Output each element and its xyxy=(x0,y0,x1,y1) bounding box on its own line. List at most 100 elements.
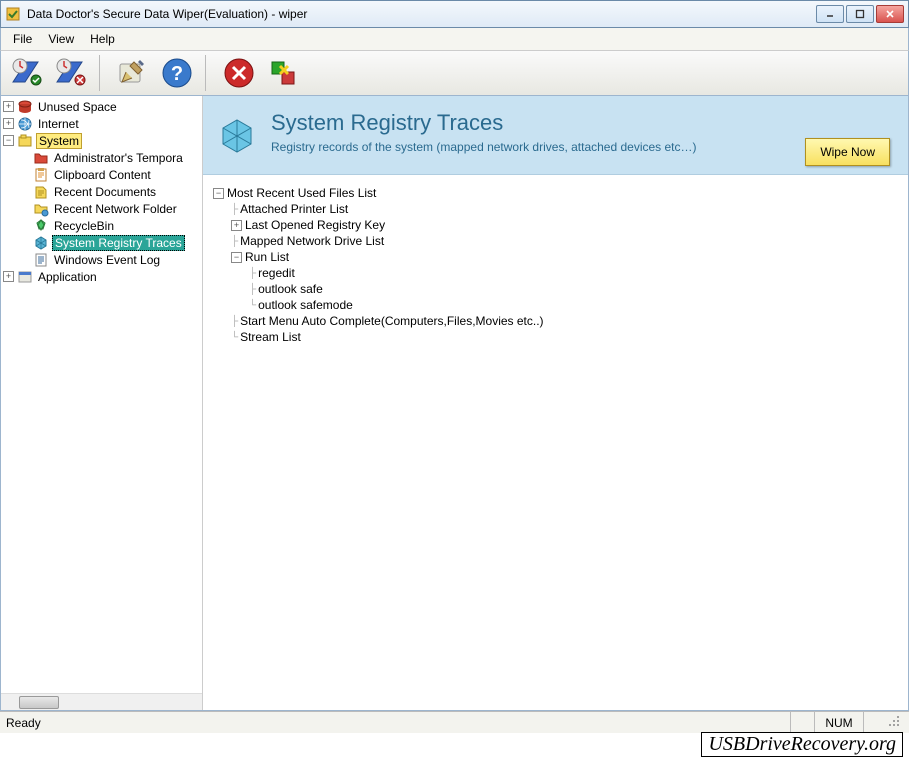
toolbar-action-button[interactable] xyxy=(263,53,303,93)
detail-label: regedit xyxy=(258,266,295,280)
detail-node-regedit[interactable]: ├ regedit xyxy=(213,265,908,281)
detail-label: Stream List xyxy=(240,330,301,344)
status-cell-blank xyxy=(863,712,887,733)
detail-tree[interactable]: − Most Recent Used Files List ├ Attached… xyxy=(203,175,908,710)
tree-connector: ├ xyxy=(231,236,238,247)
expand-icon[interactable]: + xyxy=(3,271,14,282)
collapse-icon[interactable]: − xyxy=(3,135,14,146)
svg-text:?: ? xyxy=(171,63,183,85)
detail-label: Attached Printer List xyxy=(240,202,348,216)
tree-node-internet[interactable]: + Internet xyxy=(3,115,202,132)
menu-file[interactable]: File xyxy=(5,30,40,48)
tree-node-registry-traces[interactable]: System Registry Traces xyxy=(3,234,202,251)
detail-label: Most Recent Used Files List xyxy=(227,186,376,200)
menu-view[interactable]: View xyxy=(40,30,82,48)
tree-node-application[interactable]: + Application xyxy=(3,268,202,285)
title-bar: Data Doctor's Secure Data Wiper(Evaluati… xyxy=(0,0,909,28)
tree-label: System xyxy=(36,133,82,149)
toolbar: ? xyxy=(0,50,909,96)
tree-label: Administrator's Tempora xyxy=(52,151,185,165)
system-icon xyxy=(17,133,33,149)
window-controls xyxy=(816,5,904,23)
main-body: + Unused Space + Internet − System Admin… xyxy=(0,96,909,711)
tree-label: Application xyxy=(36,270,99,284)
status-text: Ready xyxy=(6,716,790,730)
tree-node-recyclebin[interactable]: RecycleBin xyxy=(3,217,202,234)
tree-node-clipboard[interactable]: Clipboard Content xyxy=(3,166,202,183)
tree-label: Clipboard Content xyxy=(52,168,153,182)
tree-label: System Registry Traces xyxy=(52,235,185,251)
toolbar-wipe-cancel-button[interactable] xyxy=(51,53,91,93)
close-button[interactable] xyxy=(876,5,904,23)
sidebar-h-scrollbar[interactable] xyxy=(1,693,202,710)
app-icon xyxy=(5,6,21,22)
globe-icon xyxy=(17,116,33,132)
tree-node-system[interactable]: − System xyxy=(3,132,202,149)
tree-connector: ├ xyxy=(231,316,238,327)
toolbar-separator xyxy=(99,55,105,91)
collapse-icon[interactable]: − xyxy=(213,188,224,199)
page-subtitle: Registry records of the system (mapped n… xyxy=(271,140,697,154)
toolbar-settings-button[interactable] xyxy=(113,53,153,93)
tree-label: Internet xyxy=(36,117,81,131)
menu-bar: File View Help xyxy=(0,28,909,50)
tree-node-recent-network[interactable]: Recent Network Folder xyxy=(3,200,202,217)
detail-label: outlook safe xyxy=(258,282,323,296)
toolbar-separator xyxy=(205,55,211,91)
wipe-now-button[interactable]: Wipe Now xyxy=(805,138,890,166)
expand-icon[interactable]: + xyxy=(231,220,242,231)
detail-label: outlook safemode xyxy=(258,298,353,312)
menu-help[interactable]: Help xyxy=(82,30,123,48)
event-log-icon xyxy=(33,252,49,268)
expand-icon[interactable]: + xyxy=(3,118,14,129)
nav-tree[interactable]: + Unused Space + Internet − System Admin… xyxy=(1,96,202,693)
status-cell-blank xyxy=(790,712,814,733)
detail-label: Run List xyxy=(245,250,289,264)
tree-node-unused-space[interactable]: + Unused Space xyxy=(3,98,202,115)
tree-label: RecycleBin xyxy=(52,219,116,233)
disk-icon xyxy=(17,99,33,115)
page-title: System Registry Traces xyxy=(271,110,697,136)
tree-label: Recent Documents xyxy=(52,185,158,199)
detail-label: Start Menu Auto Complete(Computers,Files… xyxy=(240,314,543,328)
detail-node-last-registry[interactable]: + Last Opened Registry Key xyxy=(213,217,908,233)
main-panel: System Registry Traces Registry records … xyxy=(203,96,908,710)
window-title: Data Doctor's Secure Data Wiper(Evaluati… xyxy=(27,7,816,21)
tree-connector: ├ xyxy=(249,284,256,295)
watermark: USBDriveRecovery.org xyxy=(701,732,903,757)
detail-node-start-menu[interactable]: ├ Start Menu Auto Complete(Computers,Fil… xyxy=(213,313,908,329)
registry-icon xyxy=(33,235,49,251)
tree-node-admin-temp[interactable]: Administrator's Tempora xyxy=(3,149,202,166)
toolbar-wipe-schedule-button[interactable] xyxy=(7,53,47,93)
collapse-icon[interactable]: − xyxy=(231,252,242,263)
tree-node-recent-docs[interactable]: Recent Documents xyxy=(3,183,202,200)
documents-icon xyxy=(33,184,49,200)
detail-node-stream[interactable]: └ Stream List xyxy=(213,329,908,345)
clipboard-icon xyxy=(33,167,49,183)
detail-label: Last Opened Registry Key xyxy=(245,218,385,232)
toolbar-stop-button[interactable] xyxy=(219,53,259,93)
status-numlock: NUM xyxy=(814,712,862,733)
toolbar-help-button[interactable]: ? xyxy=(157,53,197,93)
network-folder-icon xyxy=(33,201,49,217)
expand-icon[interactable]: + xyxy=(3,101,14,112)
status-bar: Ready NUM xyxy=(0,711,909,733)
folder-icon xyxy=(33,150,49,166)
registry-cube-icon xyxy=(217,116,257,156)
maximize-button[interactable] xyxy=(846,5,874,23)
tree-connector: ├ xyxy=(231,204,238,215)
detail-node-mapped-drive[interactable]: ├ Mapped Network Drive List xyxy=(213,233,908,249)
detail-node-outlook-safe[interactable]: ├ outlook safe xyxy=(213,281,908,297)
content-header: System Registry Traces Registry records … xyxy=(203,96,908,175)
detail-node-outlook-safemode[interactable]: └ outlook safemode xyxy=(213,297,908,313)
tree-label: Recent Network Folder xyxy=(52,202,179,216)
resize-grip[interactable] xyxy=(887,714,903,731)
minimize-button[interactable] xyxy=(816,5,844,23)
tree-connector: └ xyxy=(231,332,238,343)
tree-node-event-log[interactable]: Windows Event Log xyxy=(3,251,202,268)
detail-node-printer[interactable]: ├ Attached Printer List xyxy=(213,201,908,217)
detail-node-mru[interactable]: − Most Recent Used Files List xyxy=(213,185,908,201)
detail-node-run-list[interactable]: − Run List xyxy=(213,249,908,265)
detail-label: Mapped Network Drive List xyxy=(240,234,384,248)
recycle-icon xyxy=(33,218,49,234)
